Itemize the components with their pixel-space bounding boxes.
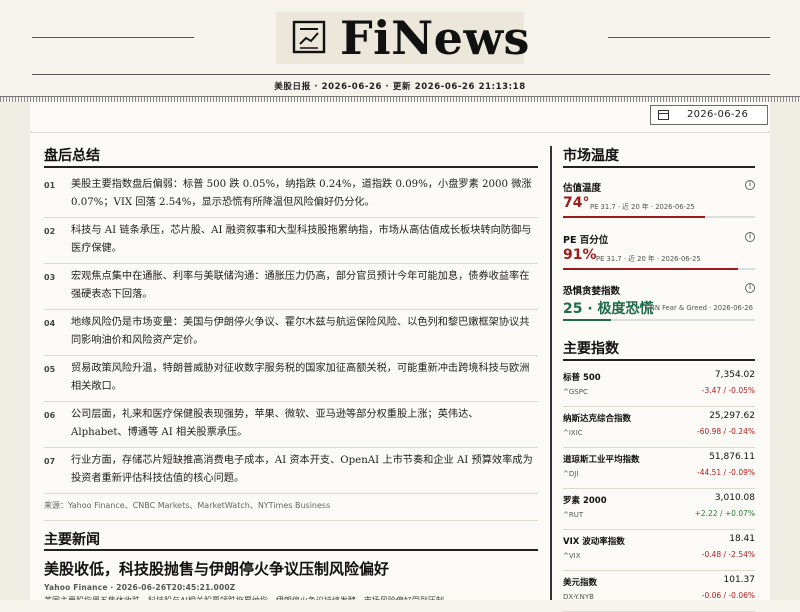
newspaper-chart-icon <box>292 20 326 54</box>
summary-item-text: 行业方面，存储芯片短缺推高消费电子成本，AI 资本开支、OpenAI 上市节奏和… <box>71 455 533 484</box>
gauge-subtext: CNN Fear & Greed · 2026-06-26 <box>645 304 753 312</box>
date-picker-value: 2026-06-26 <box>687 109 749 120</box>
index-name: 标普 500 <box>563 373 601 383</box>
index-price: 3,010.08 <box>714 493 755 503</box>
gauge-value: 74° <box>563 195 590 211</box>
summary-item-text: 宏观焦点集中在通胀、利率与美联储沟通：通胀压力仍高，部分官员预计今年可能加息，债… <box>71 271 530 300</box>
summary-item-number: 01 <box>44 181 56 190</box>
index-change: -0.06 / -0.06% <box>701 591 755 600</box>
index-change: -3.47 / -0.05% <box>701 386 755 395</box>
masthead-rule-right <box>608 37 770 38</box>
gauge-label: 恐惧贪婪指数 <box>563 286 621 297</box>
news-meta: Yahoo Finance · 2026-06-26T20:45:21.000Z <box>44 583 236 592</box>
page-margin-left <box>0 102 30 600</box>
calendar-icon <box>658 110 669 120</box>
summary-title: 盘后总结 <box>44 148 100 164</box>
summary-item: 02 科技与 AI 链条承压，芯片股、AI 融资叙事和大型科技股拖累纳指，市场从… <box>44 218 538 264</box>
masthead-rule-left <box>32 37 194 38</box>
index-price: 25,297.62 <box>709 411 755 421</box>
summary-item-text: 科技与 AI 链条承压，芯片股、AI 融资叙事和大型科技股拖累纳指，市场从高估值… <box>71 225 532 254</box>
section-divider <box>44 520 538 521</box>
gauge-track <box>563 216 755 218</box>
news-title-rule <box>44 549 538 551</box>
index-row[interactable]: 道琼斯工业平均指数 ^DJI 51,876.11 -44.51 / -0.09% <box>563 448 755 489</box>
gauge-value: 91% <box>563 247 597 263</box>
summary-item: 03 宏观焦点集中在通胀、利率与美联储沟通：通胀压力仍高，部分官员预计今年可能加… <box>44 264 538 310</box>
info-icon[interactable]: i <box>745 232 755 242</box>
gauge-value: 25 · 极度恐慌 <box>563 301 654 317</box>
index-price: 101.37 <box>723 575 756 585</box>
summary-item-text: 公司层面，礼来和医疗保健股表现强势，苹果、微软、亚马逊等部分权重股上涨；英伟达、… <box>71 409 479 438</box>
index-row[interactable]: VIX 波动率指数 ^VIX 18.41 -0.48 / -2.54% <box>563 530 755 571</box>
summary-item: 04 地缘风险仍是市场变量：美国与伊朗停火争议、霍尔木兹与航运保险风险、以色列和… <box>44 310 538 356</box>
index-price: 18.41 <box>729 534 755 544</box>
summary-item-text: 地缘风险仍是市场变量：美国与伊朗停火争议、霍尔木兹与航运保险风险、以色列和黎巴嫩… <box>71 317 530 346</box>
index-symbol: ^GSPC <box>563 388 588 396</box>
temperature-title-rule <box>563 166 755 168</box>
summary-item: 06 公司层面，礼来和医疗保健股表现强势，苹果、微软、亚马逊等部分权重股上涨；英… <box>44 402 538 448</box>
index-name: 道琼斯工业平均指数 <box>563 455 640 465</box>
column-divider <box>550 146 552 600</box>
index-name: VIX 波动率指数 <box>563 537 625 547</box>
summary-item-number: 07 <box>44 457 56 466</box>
summary-item-number: 03 <box>44 273 56 282</box>
index-symbol: ^RUT <box>563 511 584 519</box>
summary-list: 01 美股主要指数盘后偏弱：标普 500 跌 0.05%，纳指跌 0.24%，道… <box>44 172 538 494</box>
news-snippet: 美国主要股指周五集体收跌，科技股与AI相关股票领跌拖累纳指，伊朗停火争议持续发酵… <box>44 594 538 600</box>
index-price: 7,354.02 <box>714 370 755 380</box>
masthead-rule <box>32 74 770 75</box>
summary-item: 07 行业方面，存储芯片短缺推高消费电子成本，AI 资本开支、OpenAI 上市… <box>44 448 538 494</box>
site-logo[interactable]: FiNews <box>340 8 530 68</box>
summary-item-number: 04 <box>44 319 56 328</box>
gauge-fill <box>563 319 611 321</box>
page-margin-right <box>770 102 800 600</box>
index-symbol: ^DJI <box>563 470 579 478</box>
temperature-title: 市场温度 <box>563 148 619 164</box>
index-change: -44.51 / -0.09% <box>696 468 755 477</box>
info-icon[interactable]: i <box>745 283 755 293</box>
index-row[interactable]: 罗素 2000 ^RUT 3,010.08 +2.22 / +0.07% <box>563 489 755 530</box>
indices-list: 标普 500 ^GSPC 7,354.02 -3.47 / -0.05% 纳斯达… <box>563 366 755 612</box>
index-change: +2.22 / +0.07% <box>694 509 755 518</box>
summary-item-number: 06 <box>44 411 56 420</box>
index-name: 罗素 2000 <box>563 496 607 506</box>
gauge-track <box>563 268 755 270</box>
gauge-track <box>563 319 755 321</box>
index-change: -0.48 / -2.54% <box>701 550 755 559</box>
index-change: -60.98 / -0.24% <box>696 427 755 436</box>
summary-source: 来源：Yahoo Finance、CNBC Markets、MarketWatc… <box>44 501 331 510</box>
index-name: 纳斯达克综合指数 <box>563 414 632 424</box>
gauge-label: PE 百分位 <box>563 235 609 246</box>
gauge-subtext: PE 31.7 · 近 20 年 · 2026-06-25 <box>596 255 701 263</box>
index-name: 美元指数 <box>563 578 598 588</box>
index-symbol: ^VIX <box>563 552 581 560</box>
index-row[interactable]: 纳斯达克综合指数 ^IXIC 25,297.62 -60.98 / -0.24% <box>563 407 755 448</box>
date-picker[interactable]: 2026-06-26 <box>650 105 768 125</box>
indices-title-rule <box>563 359 755 361</box>
info-icon[interactable]: i <box>745 180 755 190</box>
index-row[interactable]: 标普 500 ^GSPC 7,354.02 -3.47 / -0.05% <box>563 366 755 407</box>
news-headline[interactable]: 美股收低，科技股抛售与伊朗停火争议压制风险偏好 <box>44 558 538 579</box>
index-row[interactable]: 美元指数 DX-Y.NYB 101.37 -0.06 / -0.06% <box>563 571 755 612</box>
gauge-subtext: PE 31.7 · 近 20 年 · 2026-06-25 <box>590 203 695 211</box>
gauge-label: 估值温度 <box>563 183 602 194</box>
gauge-fill <box>563 216 706 218</box>
summary-title-rule <box>44 166 538 168</box>
news-section-title: 主要新闻 <box>44 532 100 548</box>
indices-title: 主要指数 <box>563 341 619 357</box>
masthead: FiNews 美股日报 · 2026-06-26 · 更新 2026-06-26… <box>0 0 800 96</box>
summary-item: 05 贸易政策风险升温，特朗普威胁对征收数字服务税的国家加征高额关税，可能重新冲… <box>44 356 538 402</box>
summary-item-text: 美股主要指数盘后偏弱：标普 500 跌 0.05%，纳指跌 0.24%，道指跌 … <box>71 179 532 208</box>
summary-item: 01 美股主要指数盘后偏弱：标普 500 跌 0.05%，纳指跌 0.24%，道… <box>44 172 538 218</box>
index-price: 51,876.11 <box>709 452 755 462</box>
gauge-fill <box>563 268 738 270</box>
index-symbol: ^IXIC <box>563 429 583 437</box>
summary-item-text: 贸易政策风险升温，特朗普威胁对征收数字服务税的国家加征高额关税，可能重新冲击跨境… <box>71 363 530 392</box>
dateline: 美股日报 · 2026-06-26 · 更新 2026-06-26 21:13:… <box>274 82 526 92</box>
summary-item-number: 05 <box>44 365 56 374</box>
summary-item-number: 02 <box>44 227 56 236</box>
